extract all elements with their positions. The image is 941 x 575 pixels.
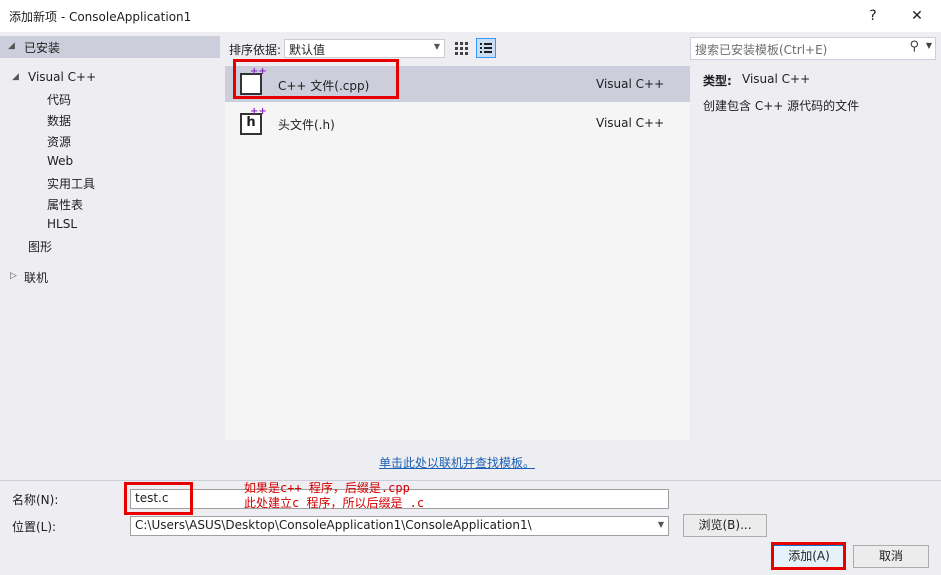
template-name: 头文件(.h) bbox=[278, 118, 335, 132]
tree-item-web[interactable]: Web bbox=[47, 154, 73, 168]
search-input[interactable]: 搜索已安装模板(Ctrl+E) ⚲ ▼ bbox=[690, 37, 936, 60]
tree-item-visual-cpp[interactable]: Visual C++ bbox=[28, 70, 96, 84]
sort-label: 排序依据: bbox=[229, 43, 282, 57]
grid-view-icon[interactable] bbox=[452, 39, 470, 57]
tree-item-utility[interactable]: 实用工具 bbox=[47, 175, 95, 192]
window-title: 添加新项 - ConsoleApplication1 bbox=[9, 10, 192, 24]
tree-item-resource[interactable]: 资源 bbox=[47, 133, 71, 150]
tree-item-property-sheets[interactable]: 属性表 bbox=[47, 196, 83, 213]
chevron-down-icon[interactable]: ▼ bbox=[926, 41, 932, 50]
annotation-line-1: 如果是c++ 程序，后缀是.cpp bbox=[244, 481, 410, 495]
location-dropdown[interactable]: C:\Users\ASUS\Desktop\ConsoleApplication… bbox=[130, 516, 669, 536]
template-description: 创建包含 C++ 源代码的文件 bbox=[703, 99, 860, 113]
tree-item-code[interactable]: 代码 bbox=[47, 91, 71, 108]
tree-item-graphics[interactable]: 图形 bbox=[28, 238, 52, 255]
online-templates-link[interactable]: 单击此处以联机并查找模板。 bbox=[379, 454, 535, 471]
category-tree bbox=[0, 32, 220, 480]
template-type: Visual C++ bbox=[596, 77, 665, 91]
collapse-triangle-icon[interactable]: ◢ bbox=[12, 72, 19, 82]
list-view-icon[interactable] bbox=[476, 38, 496, 58]
divider bbox=[0, 480, 941, 481]
location-label: 位置(L): bbox=[12, 520, 57, 534]
search-placeholder: 搜索已安装模板(Ctrl+E) bbox=[695, 43, 828, 57]
tree-item-hlsl[interactable]: HLSL bbox=[47, 217, 77, 231]
annotation-line-2: 此处建立c 程序，所以后缀是 .c bbox=[244, 496, 425, 510]
sort-value: 默认值 bbox=[289, 43, 326, 57]
type-value: Visual C++ bbox=[742, 72, 811, 86]
cancel-button[interactable]: 取消 bbox=[853, 545, 929, 568]
highlight-box bbox=[771, 542, 846, 570]
collapse-triangle-icon[interactable]: ◢ bbox=[8, 41, 15, 51]
plus-icon: ++ bbox=[250, 106, 267, 117]
tree-label-installed: 已安装 bbox=[24, 41, 61, 55]
sort-dropdown[interactable]: 默认值 ▼ bbox=[284, 39, 445, 58]
type-label: 类型: bbox=[703, 74, 732, 88]
tree-item-data[interactable]: 数据 bbox=[47, 112, 71, 129]
search-icon[interactable]: ⚲ bbox=[909, 39, 919, 54]
name-label: 名称(N): bbox=[12, 493, 59, 507]
chevron-down-icon: ▼ bbox=[657, 520, 664, 529]
location-value: C:\Users\ASUS\Desktop\ConsoleApplication… bbox=[135, 518, 532, 532]
highlight-box bbox=[124, 482, 193, 515]
highlight-box bbox=[233, 59, 399, 99]
chevron-down-icon: ▼ bbox=[433, 42, 440, 51]
template-type: Visual C++ bbox=[596, 116, 665, 130]
browse-button[interactable]: 浏览(B)... bbox=[683, 514, 767, 537]
tree-item-online[interactable]: 联机 bbox=[24, 269, 48, 286]
help-button[interactable]: ? bbox=[861, 4, 885, 28]
close-button[interactable]: ✕ bbox=[905, 4, 929, 28]
expand-triangle-icon[interactable]: ▷ bbox=[10, 271, 17, 281]
